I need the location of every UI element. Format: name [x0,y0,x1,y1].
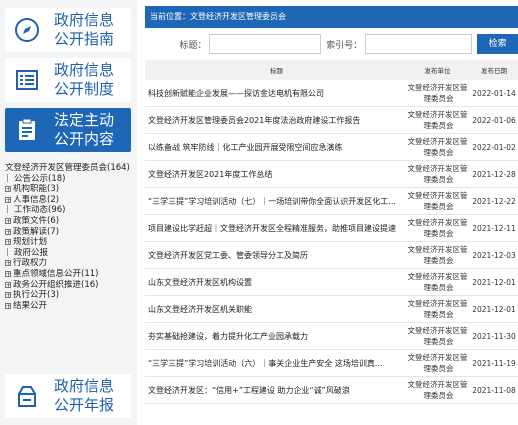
row-title-link[interactable]: 文登经济开发区管理委员会2021年度法治政府建设工作报告 [145,115,405,126]
row-title-link[interactable]: 文登经济开发区党工委、管委领导分工及简历 [145,250,405,261]
row-unit: 文登经济开发区管 理委员会 [407,353,468,373]
header-unit: 发布单位 [424,67,451,75]
nav-annual-report[interactable]: 政府信息 公开年报 [5,374,131,418]
row-title-link[interactable]: “三学三提”学习培训活动（六）｜事关企业生产安全 这场培训真... [145,358,405,369]
search-bar: 标题： 索引号： 检索 [145,28,518,60]
nav-system-label: 政府信息 公开制度 [53,61,114,98]
index-input[interactable] [365,34,473,54]
tree-item-policy-interpret[interactable]: + 政策解读(7) [5,227,135,238]
table-row[interactable]: 文登经济开发区：“信用+”工程建设 助力企业“诚”风破浪 文登经济开发区管 理委员会… [145,377,518,404]
nav-guide-label: 政府信息 公开指南 [53,11,114,48]
nav-system[interactable]: 政府信息 公开制度 [5,58,131,102]
expand-icon: + [5,196,12,204]
table-row[interactable]: 山东文登经济开发区机构设置 文登经济开发区管 理委员会 2021-12-01 [145,269,518,296]
row-unit: 文登经济开发区管 理委员会 [407,299,468,319]
expand-icon: + [5,270,12,278]
table-row[interactable]: 夯实基础抢建设，着力提升化工产业园承载力 文登经济开发区管 理委员会 2021-11-… [145,323,518,350]
tree-item-execution[interactable]: + 执行公开(3) [5,290,135,301]
list-document-icon [5,58,49,102]
row-unit: 文登经济开发区管 理委员会 [407,83,468,103]
left-panel: 政府信息 公开指南 政府信息 公开制度 法定主动 公开内容 文登经济开发区管理委… [0,0,137,425]
row-date: 2022-01-06 [472,115,516,125]
row-date: 2021-11-19 [472,358,516,368]
expand-icon: + [5,217,12,225]
row-title-link[interactable]: 以练备战 筑牢防线｜化工产业园开展受限空间应急演练 [145,142,405,153]
table-row[interactable]: 以练备战 筑牢防线｜化工产业园开展受限空间应急演练 文登经济开发区管 理委员会 202… [145,134,518,161]
content-panel: 当前位置：文登经济开发区管理委员会 标题： 索引号： 检索 标题 发布单位 发布… [145,6,518,425]
row-title-link[interactable]: 山东文登经济开发区机关职能 [145,304,405,315]
row-date: 2021-12-28 [472,169,516,179]
expand-icon: + [5,302,12,310]
nav-statutory-label: 法定主动 公开内容 [53,111,114,148]
expand-icon: + [5,228,12,236]
tree-item-gazette[interactable]: 政府公报 [5,247,135,259]
row-title-link[interactable]: 文登经济开发区2021年度工作总结 [145,169,405,180]
row-unit: 文登经济开发区管 理委员会 [407,110,468,130]
search-button[interactable]: 检索 [477,34,518,54]
table-row[interactable]: 文登经济开发区管理委员会2021年度法治政府建设工作报告 文登经济开发区管 理委员会… [145,107,518,134]
expand-icon: + [5,239,12,247]
row-unit: 文登经济开发区管 理委员会 [407,380,468,400]
table-row[interactable]: “三学三提”学习培训活动（六）｜事关企业生产安全 这场培训真... 文登经济开发区… [145,350,518,377]
row-date: 2021-11-30 [472,331,516,341]
table-row[interactable]: 文登经济开发区2021年度工作总结 文登经济开发区管 理委员会 2021-12-28 [145,161,518,188]
row-date: 2022-01-14 [472,88,516,98]
tree-item-results[interactable]: + 结果公开 [5,301,135,312]
tree-item-plans[interactable]: + 规划计划 [5,237,135,248]
table-body: 科技创新赋能企业发展——探访金达电机有限公司 文登经济开发区管 理委员会 2022-0… [145,80,518,404]
row-unit: 文登经济开发区管 理委员会 [407,272,468,292]
table-row[interactable]: “三学三提”学习培训活动（七）｜一场培训带你全面认识开发区化工... 文登经济开发… [145,188,518,215]
row-title-link[interactable]: 文登经济开发区：“信用+”工程建设 助力企业“诚”风破浪 [145,385,405,396]
tree-item-announcements[interactable]: 公告公示(18) [5,173,135,185]
header-title: 标题 [270,67,283,75]
title-input[interactable] [209,34,321,54]
row-date: 2021-11-08 [472,385,516,395]
expand-icon: + [5,186,12,194]
category-tree: 文登经济开发区管理委员会(164) 公告公示(18) + 机构职能(3) + 人事信… [5,163,135,311]
row-date: 2021-12-01 [472,277,516,287]
index-label: 索引号： [326,40,363,51]
row-date: 2021-12-03 [472,250,516,260]
tree-item-functions[interactable]: + 机构职能(3) [5,184,135,195]
row-date: 2021-12-11 [472,223,516,233]
row-title-link[interactable]: 山东文登经济开发区机构设置 [145,277,405,288]
row-date: 2022-01-02 [472,142,516,152]
tree-root[interactable]: 文登经济开发区管理委员会(164) [5,163,135,174]
row-unit: 文登经济开发区管 理委员会 [407,137,468,157]
table-row[interactable]: 山东文登经济开发区机关职能 文登经济开发区管 理委员会 2021-12-01 [145,296,518,323]
expand-icon: + [5,260,12,268]
row-title-link[interactable]: “三学三提”学习培训活动（七）｜一场培训带你全面认识开发区化工... [145,196,405,207]
nav-annual-label: 政府信息 公开年报 [53,377,114,414]
row-date: 2021-12-22 [472,196,516,206]
table-row[interactable]: 科技创新赋能企业发展——探访金达电机有限公司 文登经济开发区管 理委员会 2022-0… [145,80,518,107]
tree-item-admin-power[interactable]: + 行政权力 [5,258,135,269]
header-date: 发布日期 [481,67,507,75]
tree-item-personnel[interactable]: + 人事信息(2) [5,195,135,206]
expand-icon: + [5,281,12,289]
title-label: 标题： [179,40,207,51]
row-unit: 文登经济开发区管 理委员会 [407,218,468,238]
row-title-link[interactable]: 项目建设比学赶超｜文登经济开发区全程精准服务，助推项目建设提速 [145,223,405,234]
table-header: 标题 发布单位 发布日期 [145,60,518,80]
expand-icon: + [5,292,12,300]
row-date: 2021-12-01 [472,304,516,314]
breadcrumb: 当前位置：文登经济开发区管理委员会 [145,6,518,28]
row-unit: 文登经济开发区管 理委员会 [407,326,468,346]
nav-guide[interactable]: 政府信息 公开指南 [5,8,131,52]
row-unit: 文登经济开发区管 理委员会 [407,191,468,211]
open-box-icon [5,374,49,418]
clipboard-icon [5,108,49,152]
row-title-link[interactable]: 科技创新赋能企业发展——探访金达电机有限公司 [145,88,405,99]
tree-item-key-areas[interactable]: + 重点领域信息公开(11) [5,269,135,280]
nav-statutory-content[interactable]: 法定主动 公开内容 [5,108,131,152]
table-row[interactable]: 项目建设比学赶超｜文登经济开发区全程精准服务，助推项目建设提速 文登经济开发区管理… [145,215,518,242]
tree-item-work-news[interactable]: 工作动态(96) [5,205,135,216]
compass-icon [5,8,49,52]
tree-item-org-promotion[interactable]: + 政务公开组织推进(16) [5,280,135,291]
tree-item-policy-docs[interactable]: + 政策文件(6) [5,216,135,227]
row-unit: 文登经济开发区管 理委员会 [407,245,468,265]
table-row[interactable]: 文登经济开发区党工委、管委领导分工及简历 文登经济开发区管 理委员会 2021-12-… [145,242,518,269]
row-title-link[interactable]: 夯实基础抢建设，着力提升化工产业园承载力 [145,331,405,342]
row-unit: 文登经济开发区管 理委员会 [407,164,468,184]
